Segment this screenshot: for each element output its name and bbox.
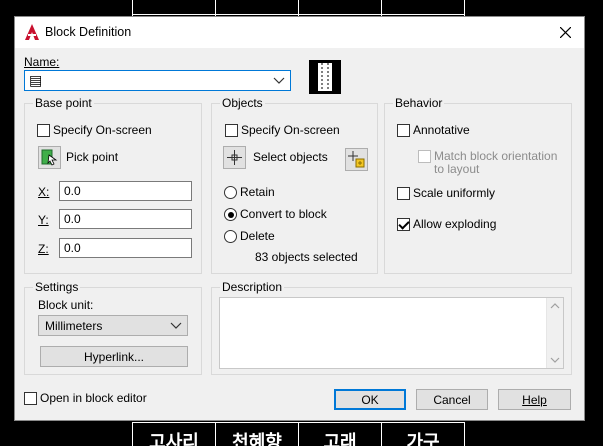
block-unit-value: Millimeters: [45, 319, 103, 333]
scale-uniformly-checkbox[interactable]: [397, 187, 410, 200]
allow-exploding-checkbox[interactable]: [397, 218, 410, 231]
ok-button[interactable]: OK: [334, 389, 406, 410]
scale-uniformly-label: Scale uniformly: [413, 186, 496, 200]
retain-radio[interactable]: [224, 186, 237, 199]
grid-line: [298, 0, 299, 16]
grid-line: [381, 0, 382, 16]
convert-to-block-label: Convert to block: [240, 207, 327, 221]
name-label: Name:: [24, 55, 60, 69]
block-unit-label: Block unit:: [38, 298, 94, 312]
drawing-text: 가구: [406, 432, 440, 446]
select-objects-button[interactable]: [223, 146, 246, 169]
autocad-logo-icon: [25, 24, 39, 40]
z-input[interactable]: 0.0: [59, 238, 192, 258]
drawing-text: 고사리: [149, 432, 199, 446]
group-title: Base point: [33, 96, 94, 110]
cancel-button[interactable]: Cancel: [416, 389, 488, 410]
pick-point-icon: [41, 149, 58, 166]
block-preview-icon: [309, 60, 341, 94]
open-in-editor-checkbox[interactable]: [24, 392, 37, 405]
annotative-label: Annotative: [413, 123, 470, 137]
help-label: Help: [522, 392, 547, 407]
group-title: Objects: [220, 96, 265, 110]
z-label: Z:: [38, 242, 49, 256]
description-textarea[interactable]: [219, 297, 564, 369]
chevron-down-icon: [273, 77, 285, 84]
delete-label: Delete: [240, 229, 275, 243]
objects-specify-checkbox[interactable]: [225, 124, 238, 137]
name-value: ▤: [29, 72, 43, 88]
group-title: Behavior: [393, 96, 445, 110]
retain-label: Retain: [240, 185, 275, 199]
hyperlink-button[interactable]: Hyperlink...: [40, 346, 188, 367]
select-objects-label: Select objects: [253, 150, 328, 164]
crosshair-icon: [227, 150, 242, 165]
x-input[interactable]: 0.0: [59, 181, 192, 201]
dialog-title: Block Definition: [45, 25, 132, 39]
chevron-down-icon: [170, 322, 182, 329]
objects-specify-label: Specify On-screen: [241, 123, 340, 137]
objects-selected-count: 83 objects selected: [255, 250, 358, 264]
x-label: X:: [38, 185, 50, 199]
group-title: Settings: [33, 280, 81, 294]
y-input[interactable]: 0.0: [59, 209, 192, 229]
scroll-down-icon: [550, 357, 560, 363]
description-scrollbar[interactable]: [546, 298, 563, 368]
close-button[interactable]: [546, 17, 584, 48]
grid-line: [464, 0, 465, 16]
annotative-checkbox[interactable]: [397, 124, 410, 137]
base-point-specify-label: Specify On-screen: [53, 123, 152, 137]
convert-to-block-radio[interactable]: [224, 208, 237, 221]
match-orientation-label: Match block orientation: [434, 149, 558, 163]
grid-line: [464, 422, 465, 446]
block-definition-dialog: Block Definition Name: ▤ Base point Spec…: [14, 16, 585, 421]
match-orientation-checkbox[interactable]: [418, 150, 431, 163]
quick-select-button[interactable]: [345, 148, 368, 171]
delete-radio[interactable]: [224, 230, 237, 243]
grid-line: [215, 0, 216, 16]
base-point-specify-checkbox[interactable]: [37, 124, 50, 137]
open-in-editor-label: Open in block editor: [40, 391, 147, 405]
match-orientation-label-2: to layout: [434, 162, 480, 176]
help-button[interactable]: Help: [498, 389, 571, 410]
block-unit-select[interactable]: Millimeters: [38, 315, 188, 336]
quick-select-icon: [348, 151, 365, 168]
pick-point-button[interactable]: [38, 146, 61, 169]
title-bar[interactable]: Block Definition: [15, 17, 584, 48]
drawing-text: 고래: [323, 432, 357, 446]
y-label: Y:: [38, 213, 49, 227]
pick-point-label: Pick point: [66, 150, 119, 164]
drawing-text: 천혜향: [232, 432, 282, 446]
grid-line: [132, 0, 133, 16]
group-title: Description: [220, 280, 285, 294]
name-combobox[interactable]: ▤: [24, 70, 291, 91]
allow-exploding-label: Allow exploding: [413, 217, 497, 231]
scroll-up-icon: [550, 303, 560, 309]
close-icon: [559, 27, 571, 38]
